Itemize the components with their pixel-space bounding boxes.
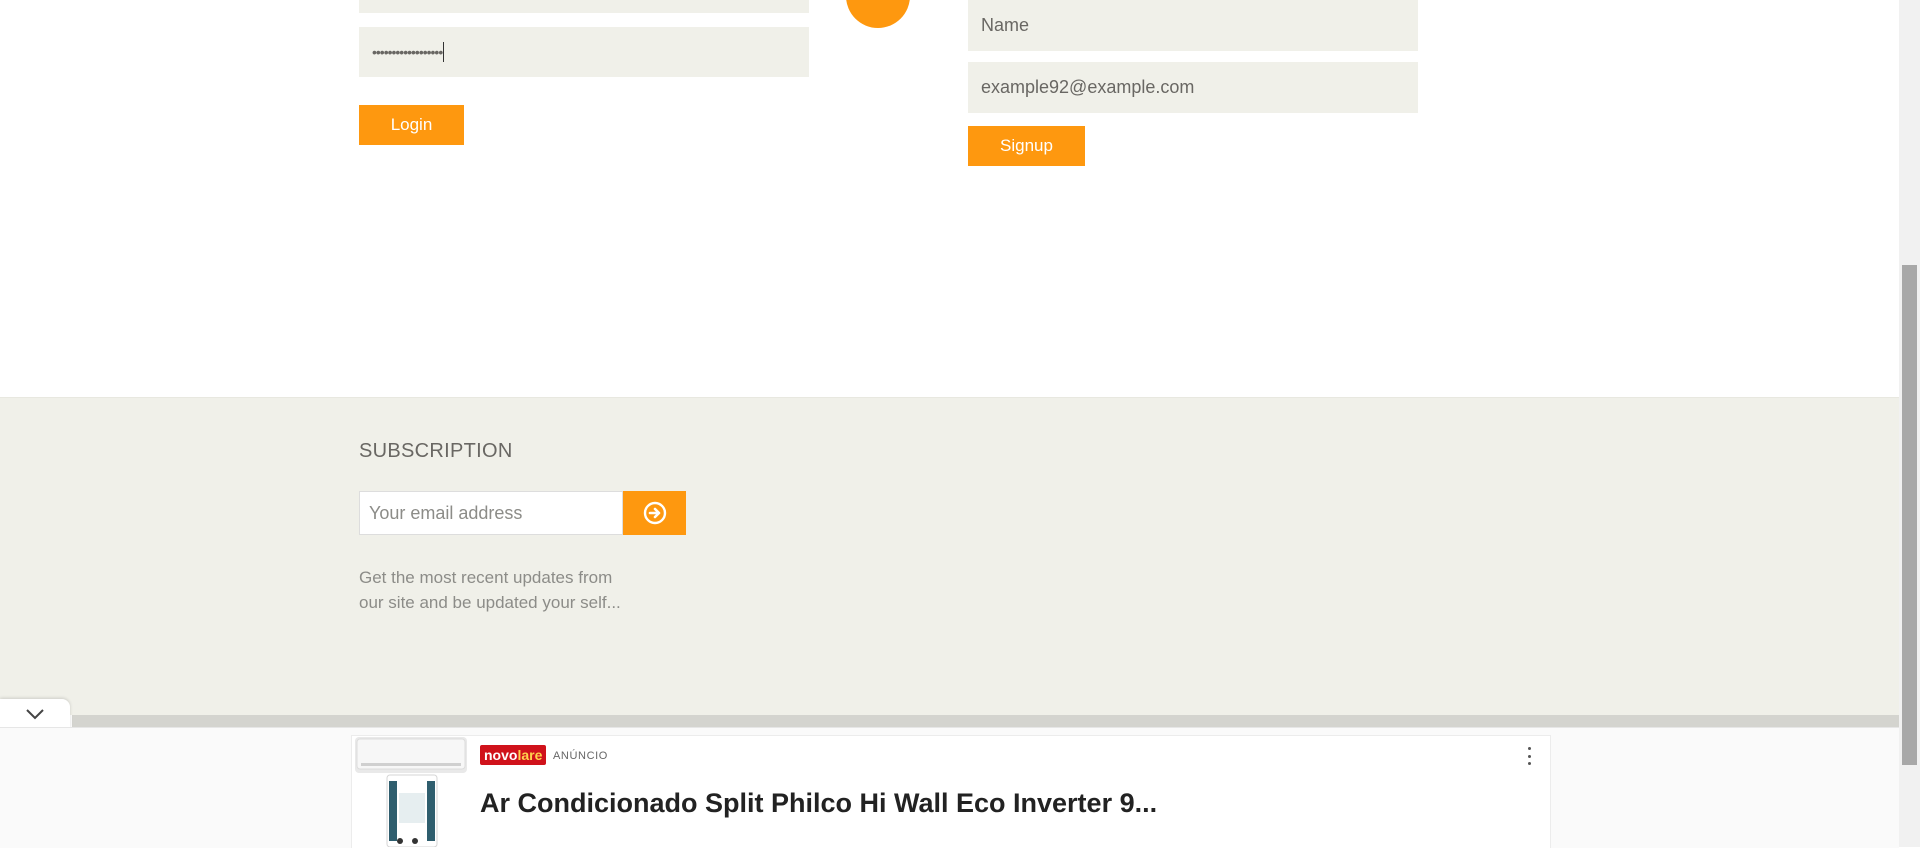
brand-logo: novo lare: [480, 745, 547, 765]
signup-name-field[interactable]: Name: [968, 0, 1418, 51]
air-conditioner-image: [355, 737, 467, 848]
subscription-description-line1: Get the most recent updates from: [359, 568, 613, 587]
login-email-field[interactable]: [359, 0, 809, 13]
ad-collapse-tab[interactable]: [0, 699, 70, 729]
or-divider-badge: OR: [846, 0, 910, 28]
subscription-email-placeholder: Your email address: [369, 502, 523, 523]
brand-suffix: lare: [517, 747, 543, 763]
login-button[interactable]: Login: [359, 105, 464, 145]
footer-widget-area: [0, 397, 1899, 715]
signup-email-value: example92@example.com: [981, 77, 1195, 97]
ad-headline[interactable]: Ar Condicionado Split Philco Hi Wall Eco…: [480, 788, 1157, 819]
text-caret: [443, 42, 445, 62]
footer-divider: [0, 397, 1899, 398]
login-password-field[interactable]: ••••••••••••••••••: [359, 27, 809, 77]
password-value: ••••••••••••••••••: [372, 44, 443, 60]
name-placeholder: Name: [981, 15, 1030, 35]
chevron-down-icon: [26, 709, 44, 720]
signup-button[interactable]: Signup: [968, 126, 1085, 166]
subscription-description-line2: our site and be updated your self...: [359, 593, 621, 612]
page-scrollbar-thumb[interactable]: [1902, 265, 1917, 765]
ad-top-shadow: [72, 715, 1899, 727]
more-vertical-icon[interactable]: [1522, 745, 1536, 767]
arrow-circle-right-icon: [643, 501, 666, 525]
subscription-email-input[interactable]: Your email address: [359, 491, 623, 535]
ad-label: ANÚNCIO: [553, 750, 608, 762]
subscription-title: SUBSCRIPTION: [359, 440, 513, 462]
subscription-description: Get the most recent updates from our sit…: [359, 565, 649, 615]
signup-email-field[interactable]: example92@example.com: [968, 62, 1418, 113]
subscription-submit-button[interactable]: [623, 491, 686, 535]
ad-product-image[interactable]: [355, 737, 467, 848]
brand-prefix: novo: [484, 747, 518, 763]
